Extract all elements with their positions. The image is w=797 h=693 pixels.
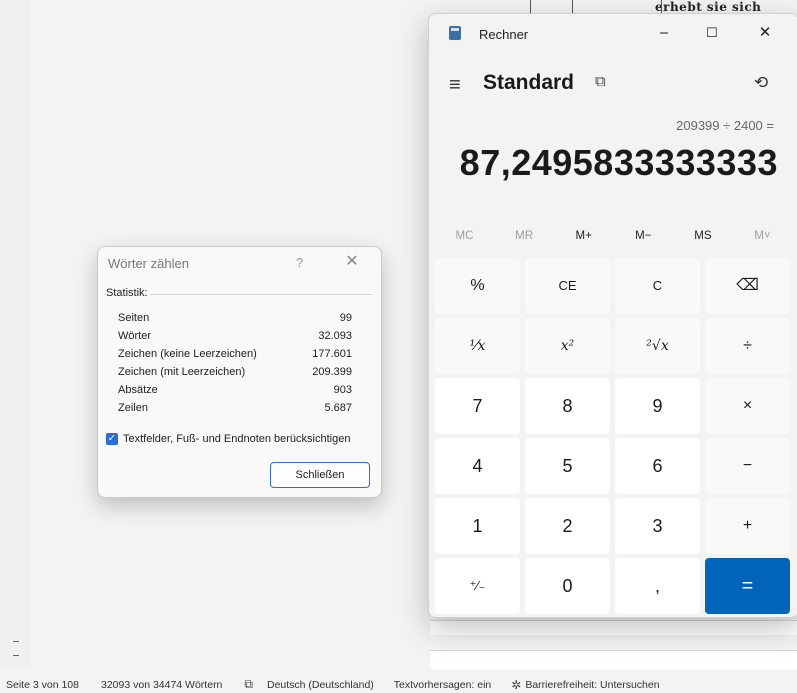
digit-7-button[interactable]: 7 (435, 378, 520, 434)
equals-button[interactable]: = (705, 558, 790, 614)
table-border (572, 0, 573, 14)
negate-button[interactable]: ⁺⁄₋ (435, 558, 520, 614)
minimize-button[interactable]: – (644, 19, 684, 47)
stat-row-paragraphs: Absätze 903 (118, 384, 352, 396)
result-display: 87,2495833333333 (459, 142, 778, 183)
maximize-button[interactable]: ☐ (692, 19, 732, 47)
digit-9-button[interactable]: 9 (615, 378, 700, 434)
stat-row-chars-no-spaces: Zeichen (keine Leerzeichen) 177.601 (118, 348, 352, 360)
stat-label: Absätze (118, 384, 158, 396)
stat-row-pages: Seiten 99 (118, 312, 352, 324)
stat-value: 32.093 (318, 330, 352, 342)
square-root-button[interactable]: ²√x (615, 318, 700, 374)
memory-recall-button[interactable]: MR (495, 230, 554, 242)
window-close-button[interactable]: ✕ (745, 19, 785, 47)
stat-value: 177.601 (312, 348, 352, 360)
stat-label: Zeilen (118, 402, 148, 414)
expression-display: 209399 ÷ 2400 = (676, 118, 774, 133)
stat-label: Seiten (118, 312, 150, 324)
word-count-dialog: Wörter zählen ? ✕ Statistik: Seiten 99 W… (97, 246, 382, 498)
stat-value: 99 (339, 312, 352, 324)
stat-label: Zeichen (keine Leerzeichen) (118, 348, 257, 360)
proofing-icon[interactable]: ⧉ (244, 677, 253, 692)
table-border (530, 0, 531, 14)
document-page[interactable] (430, 620, 797, 635)
digit-8-button[interactable]: 8 (525, 378, 610, 434)
backspace-button[interactable]: ⌫ (705, 258, 790, 314)
group-divider (150, 294, 372, 295)
memory-subtract-button[interactable]: M− (614, 230, 673, 242)
subtract-button[interactable]: − (705, 438, 790, 494)
memory-add-button[interactable]: M+ (554, 230, 613, 242)
mode-title: Standard (483, 71, 575, 94)
memory-row: MC MR M+ M− MS M˅ (435, 230, 792, 242)
status-language[interactable]: Deutsch (Deutschland) (267, 679, 374, 691)
divide-button[interactable]: ÷ (705, 318, 790, 374)
ruler-tick (13, 641, 19, 642)
status-bar: Seite 3 von 108 32093 von 34474 Wörtern … (0, 676, 797, 693)
status-page[interactable]: Seite 3 von 108 (6, 679, 79, 691)
square-button[interactable]: x² (525, 318, 610, 374)
calculator-app-icon (449, 26, 461, 40)
dialog-title: Wörter zählen (108, 256, 189, 271)
document-page[interactable] (430, 650, 797, 669)
stat-row-lines: Zeilen 5.687 (118, 402, 352, 414)
digit-1-button[interactable]: 1 (435, 498, 520, 554)
add-button[interactable]: + (705, 498, 790, 554)
clear-entry-button[interactable]: CE (525, 258, 610, 314)
stat-row-words: Wörter 32.093 (118, 330, 352, 342)
ruler-tick (13, 655, 19, 656)
stat-value: 903 (333, 384, 352, 396)
history-icon[interactable]: ⟲ (754, 73, 768, 93)
memory-list-button[interactable]: M˅ (733, 230, 792, 242)
digit-5-button[interactable]: 5 (525, 438, 610, 494)
memory-clear-button[interactable]: MC (435, 230, 494, 242)
help-button[interactable]: ? (296, 255, 303, 270)
stat-row-chars-with-spaces: Zeichen (mit Leerzeichen) 209.399 (118, 366, 352, 378)
clear-button[interactable]: C (615, 258, 700, 314)
digit-6-button[interactable]: 6 (615, 438, 700, 494)
decimal-button[interactable]: , (615, 558, 700, 614)
menu-icon[interactable]: ≡ (449, 74, 461, 97)
stat-label: Wörter (118, 330, 151, 342)
percent-button[interactable]: % (435, 258, 520, 314)
memory-store-button[interactable]: MS (673, 230, 732, 242)
digit-2-button[interactable]: 2 (525, 498, 610, 554)
close-button[interactable]: Schließen (270, 462, 370, 488)
ruler-vertical (0, 0, 31, 668)
window-title: Rechner (479, 27, 529, 42)
include-footnotes-label[interactable]: Textfelder, Fuß- und Endnoten berücksich… (123, 433, 350, 445)
dialog-close-button[interactable]: ✕ (342, 252, 362, 272)
stat-label: Zeichen (mit Leerzeichen) (118, 366, 246, 378)
include-footnotes-checkbox[interactable]: ✓ (106, 433, 118, 445)
reciprocal-button[interactable]: ¹⁄x (435, 318, 520, 374)
status-accessibility[interactable]: Barrierefreiheit: Untersuchen (525, 679, 659, 691)
keep-on-top-icon[interactable]: ⧉ (595, 73, 606, 90)
stat-value: 5.687 (324, 402, 352, 414)
digit-0-button[interactable]: 0 (525, 558, 610, 614)
accessibility-icon[interactable]: ✲ (511, 678, 521, 692)
status-word-count[interactable]: 32093 von 34474 Wörtern (101, 679, 222, 691)
calculator-window: Rechner – ☐ ✕ ≡ Standard ⧉ ⟲ 209399 ÷ 24… (428, 13, 797, 618)
table-border (661, 0, 662, 14)
digit-3-button[interactable]: 3 (615, 498, 700, 554)
multiply-button[interactable]: × (705, 378, 790, 434)
document-text: erhebt sie sich (655, 0, 762, 14)
stat-value: 209.399 (312, 366, 352, 378)
status-text-predictions[interactable]: Textvorhersagen: ein (394, 679, 491, 691)
statistics-group-label: Statistik: (106, 287, 148, 299)
digit-4-button[interactable]: 4 (435, 438, 520, 494)
